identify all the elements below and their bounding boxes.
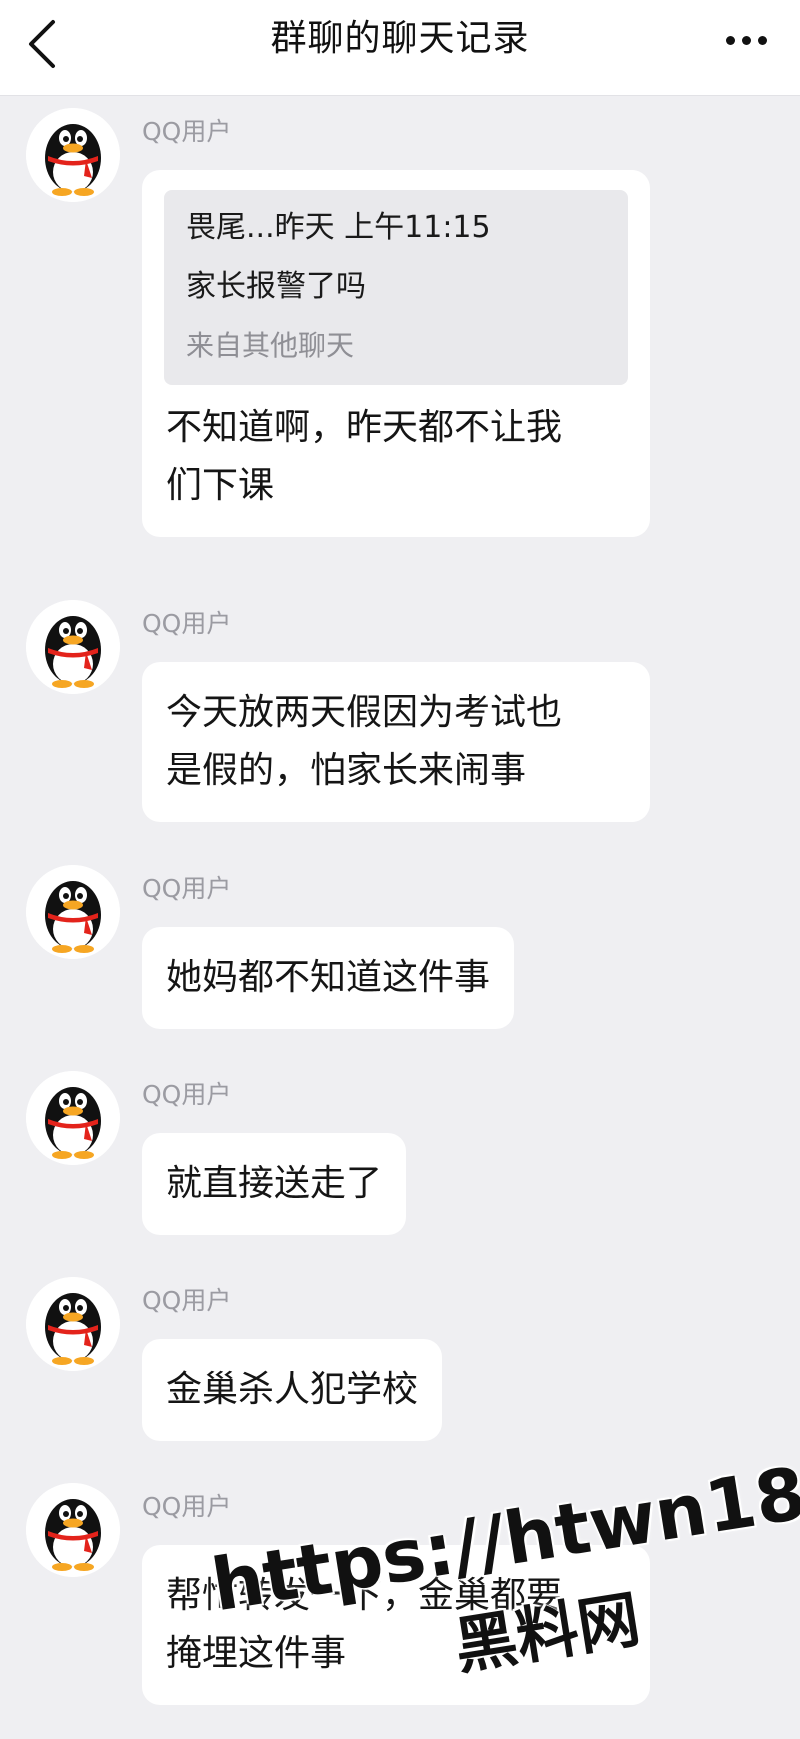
- avatar[interactable]: [26, 865, 120, 959]
- message-text-line: 帮忙转发一下，金巢都要: [166, 1575, 563, 1616]
- message-bubble[interactable]: 就直接送走了: [142, 1133, 407, 1235]
- quote-source: 来自其他聊天: [186, 329, 355, 362]
- avatar[interactable]: [26, 1277, 120, 1371]
- message-bubble[interactable]: 金巢杀人犯学校: [142, 1339, 443, 1441]
- message-text-line: 今天放两天假因为考试也: [166, 692, 563, 733]
- message-text-line: 金巢杀人犯学校: [166, 1369, 419, 1410]
- sender-name: QQ用户: [142, 874, 232, 903]
- message-text-line: 不知道啊，昨天都不让我: [166, 407, 563, 448]
- message-text-line: 掩埋这件事: [166, 1633, 347, 1674]
- qq-penguin-avatar-icon: [26, 1277, 120, 1371]
- top-bar: 群聊的聊天记录: [0, 0, 800, 96]
- message-bubble[interactable]: 畏尾...昨天 上午11:15 家长报警了吗 来自其他聊天 不知道啊，昨天都不让…: [142, 170, 650, 537]
- quote-meta: 畏尾...昨天 上午11:15: [186, 210, 491, 245]
- message-text-line: 就直接送走了: [166, 1163, 383, 1204]
- message-bubble[interactable]: 她妈都不知道这件事: [142, 927, 515, 1029]
- more-dots-icon: [725, 35, 735, 45]
- qq-penguin-avatar-icon: [26, 600, 120, 694]
- sender-name: QQ用户: [142, 1080, 232, 1109]
- avatar[interactable]: [26, 1483, 120, 1577]
- sender-name: QQ用户: [142, 1286, 232, 1315]
- qq-penguin-avatar-icon: [26, 1483, 120, 1577]
- quote-text: 家长报警了吗: [186, 269, 366, 304]
- message-text-line: 她妈都不知道这件事: [166, 957, 491, 998]
- qq-penguin-avatar-icon: [26, 865, 120, 959]
- sender-name: QQ用户: [142, 1492, 232, 1521]
- more-options-button[interactable]: [714, 20, 778, 60]
- message-text-line: 们下课: [166, 465, 275, 506]
- avatar[interactable]: [26, 600, 120, 694]
- message-bubble[interactable]: 今天放两天假因为考试也 是假的，怕家长来闹事: [142, 662, 650, 822]
- message-bubble[interactable]: 帮忙转发一下，金巢都要 掩埋这件事: [142, 1545, 650, 1705]
- sender-name: QQ用户: [142, 117, 232, 146]
- qq-penguin-avatar-icon: [26, 1071, 120, 1165]
- avatar[interactable]: [26, 1071, 120, 1165]
- avatar[interactable]: [26, 108, 120, 202]
- sender-name: QQ用户: [142, 609, 232, 638]
- page-title: 群聊的聊天记录: [270, 18, 530, 59]
- quoted-message[interactable]: 畏尾...昨天 上午11:15 家长报警了吗 来自其他聊天: [164, 190, 628, 385]
- message-text-line: 是假的，怕家长来闹事: [166, 750, 527, 791]
- qq-penguin-avatar-icon: [26, 108, 120, 202]
